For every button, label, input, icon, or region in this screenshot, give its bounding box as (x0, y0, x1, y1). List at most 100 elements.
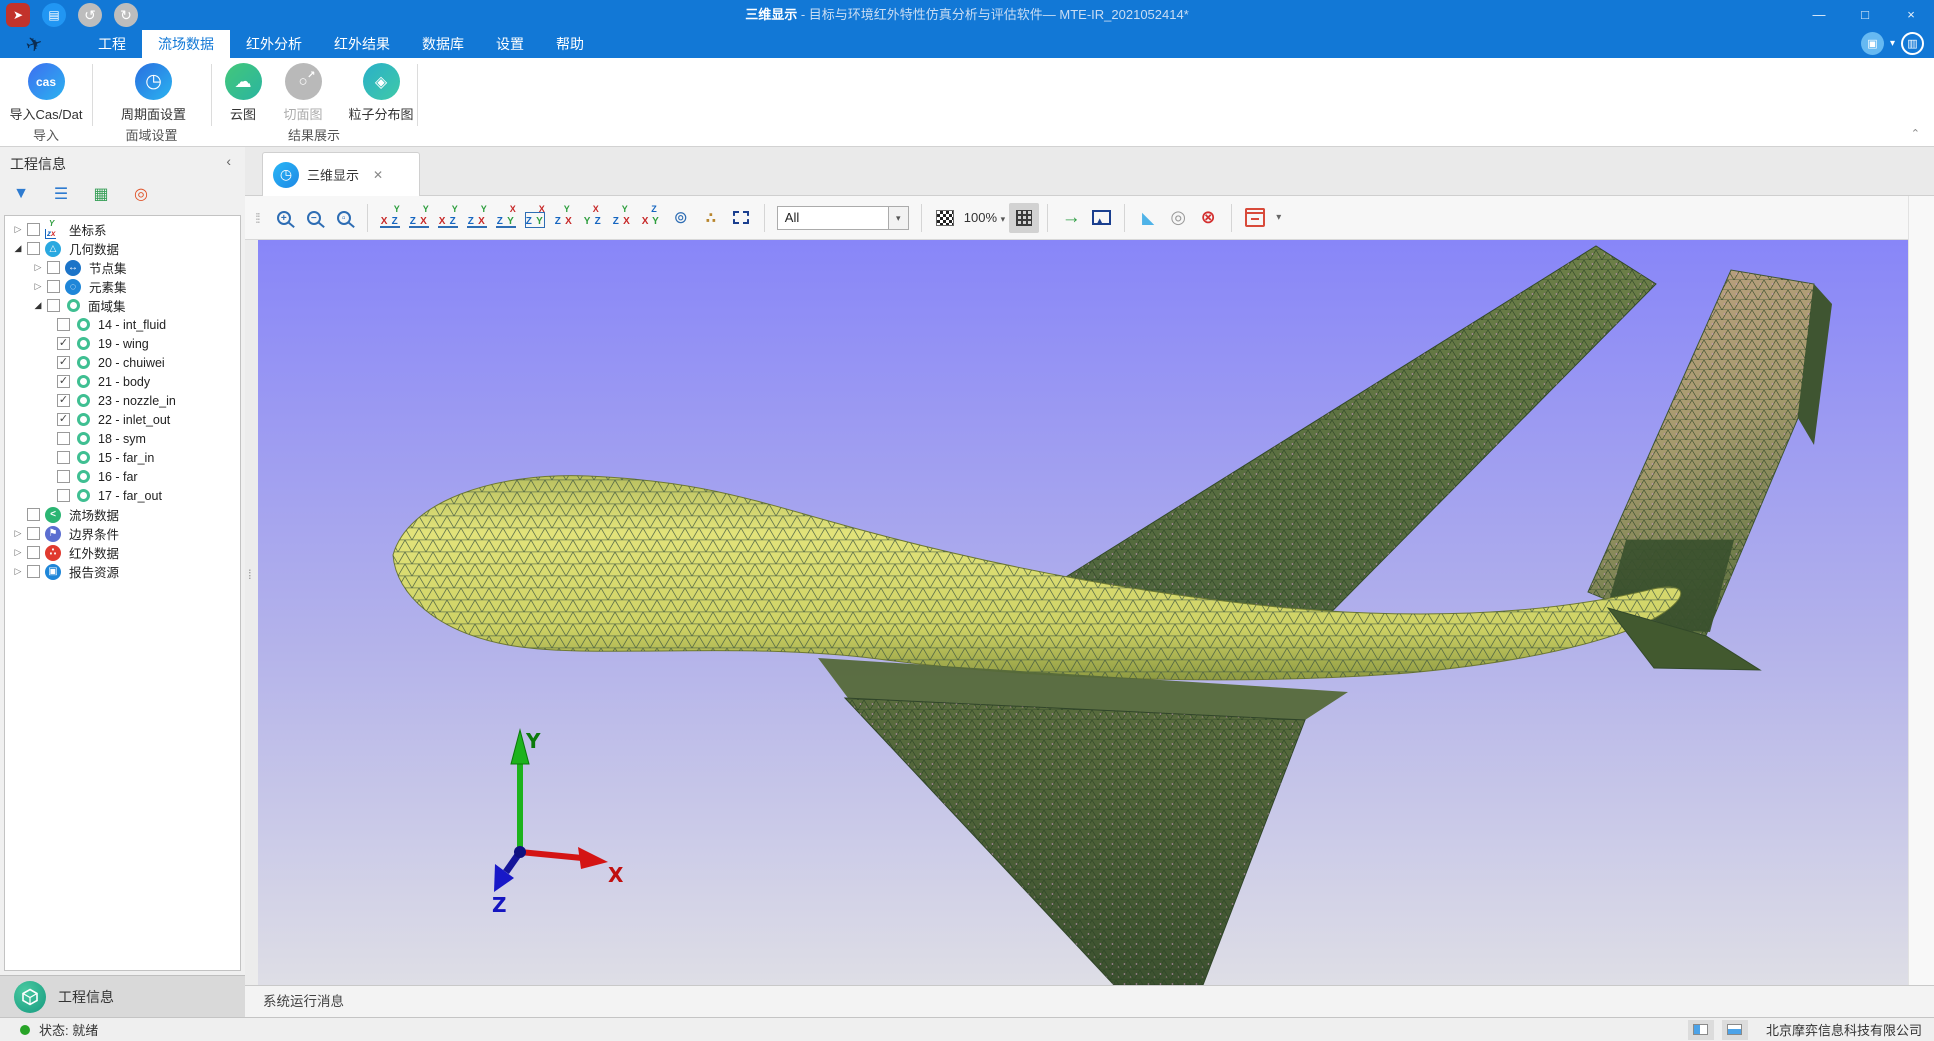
view-isometric-button[interactable]: YZX (609, 204, 636, 231)
contour-cloud-button[interactable]: ☁ 云图 (216, 63, 270, 123)
period-face-settings-button[interactable]: ◷ 周期面设置 (96, 63, 211, 123)
tab-close-icon[interactable]: ✕ (373, 168, 383, 182)
locate-target-icon[interactable]: ◎ (128, 181, 154, 207)
view-isometric-button[interactable]: ZXY (638, 204, 665, 231)
display-filter-combobox[interactable]: All ▾ (777, 206, 909, 230)
checkbox[interactable] (27, 223, 40, 236)
particle-distribution-button[interactable]: ◈ 粒子分布图 (336, 63, 426, 123)
archive-button[interactable] (1240, 203, 1270, 233)
tree-item-node-set[interactable]: ▷ ↔ 节点集 (5, 258, 240, 277)
checkbox[interactable]: ✓ (57, 413, 70, 426)
tree-item-face-set[interactable]: ◢ 面域集 (5, 296, 240, 315)
toolbar-drag-handle[interactable]: ⁞⁞ (255, 210, 259, 226)
link-nodes-button[interactable]: ◎ (1163, 203, 1193, 233)
menu-infrared-analysis[interactable]: 红外分析 (230, 30, 318, 58)
checkbox[interactable] (47, 280, 60, 293)
view-back-button[interactable]: YZX (406, 204, 433, 231)
list-view-icon[interactable]: ☰ (48, 181, 74, 207)
checkbox[interactable] (57, 470, 70, 483)
checkbox[interactable] (47, 261, 60, 274)
marquee-select-button[interactable] (726, 203, 756, 233)
checkbox[interactable] (27, 508, 40, 521)
expander-icon[interactable]: ▷ (11, 224, 25, 235)
checkbox[interactable] (27, 546, 40, 559)
menu-engineering[interactable]: 工程 (82, 30, 142, 58)
tree-item-surface[interactable]: 18 - sym (5, 429, 240, 448)
clear-view-button[interactable]: ⊗ (1193, 203, 1223, 233)
tree-item-surface[interactable]: ✓ 20 - chuiwei (5, 353, 240, 372)
menu-infrared-results[interactable]: 红外结果 (318, 30, 406, 58)
tree-item-surface[interactable]: ✓ 22 - inlet_out (5, 410, 240, 429)
view-isometric-button[interactable]: YZX (551, 204, 578, 231)
menu-help[interactable]: 帮助 (540, 30, 600, 58)
tab-3d-display[interactable]: ◷ 三维显示 ✕ (262, 152, 420, 196)
panel-collapse-icon[interactable]: ‹ (226, 153, 231, 169)
maximize-button[interactable]: □ (1842, 0, 1888, 30)
layout-left-panel-toggle[interactable] (1688, 1020, 1714, 1040)
checkbox[interactable]: ✓ (57, 356, 70, 369)
checkbox[interactable] (27, 527, 40, 540)
archive-dropdown-icon[interactable]: ▾ (1276, 212, 1281, 223)
system-messages-panel[interactable]: 系统运行消息 (245, 985, 1934, 1017)
view-right-button[interactable]: YZX (464, 204, 491, 231)
zoom-fit-button[interactable]: ▫ (329, 203, 359, 233)
combobox-dropdown-icon[interactable]: ▾ (888, 207, 908, 229)
expander-icon[interactable]: ▷ (11, 547, 25, 558)
account-icon[interactable]: ▣ (1861, 32, 1884, 55)
checkbox[interactable]: ✓ (57, 394, 70, 407)
checkbox[interactable] (57, 432, 70, 445)
close-button[interactable]: × (1888, 0, 1934, 30)
checkbox[interactable] (57, 451, 70, 464)
expander-icon[interactable]: ▷ (11, 566, 25, 577)
zoom-in-button[interactable]: + (269, 203, 299, 233)
mirror-button[interactable]: ◣ (1133, 203, 1163, 233)
menu-flowfield-data[interactable]: 流场数据 (142, 30, 230, 58)
tree-item-surface[interactable]: ✓ 23 - nozzle_in (5, 391, 240, 410)
blocks-view-icon[interactable]: ▦ (88, 181, 114, 207)
tree-item-surface[interactable]: 14 - int_fluid (5, 315, 240, 334)
tree-item-element-set[interactable]: ▷ ◌ 元素集 (5, 277, 240, 296)
layout-bottom-panel-toggle[interactable] (1722, 1020, 1748, 1040)
checkbox[interactable] (27, 242, 40, 255)
tree-item-surface[interactable]: ✓ 21 - body (5, 372, 240, 391)
expander-icon[interactable]: ▷ (31, 262, 45, 273)
tree-item-coordinate-system[interactable]: ▷ Yzx 坐标系 (5, 220, 240, 239)
checkbox[interactable]: ✓ (57, 375, 70, 388)
zoom-level-dropdown[interactable]: 100% ▾ (964, 210, 1005, 225)
minimize-button[interactable]: — (1796, 0, 1842, 30)
checkbox[interactable]: ✓ (57, 337, 70, 350)
view-bottom-button[interactable]: XZY (522, 204, 549, 231)
screenshot-button[interactable] (1086, 203, 1116, 233)
menu-database[interactable]: 数据库 (406, 30, 480, 58)
menu-settings[interactable]: 设置 (480, 30, 540, 58)
mesh-display-toggle[interactable] (1009, 203, 1039, 233)
import-cas-dat-button[interactable]: cas 导入Cas/Dat (2, 63, 90, 123)
filter-icon[interactable]: ▼ (8, 181, 34, 207)
particle-view-button[interactable]: ∴ (696, 203, 726, 233)
export-view-button[interactable]: → (1056, 203, 1086, 233)
transparency-button[interactable] (930, 203, 960, 233)
expander-icon[interactable]: ◢ (31, 300, 45, 311)
manual-icon[interactable]: ▥ (1901, 32, 1924, 55)
zoom-out-button[interactable]: − (299, 203, 329, 233)
tree-item-surface[interactable]: 15 - far_in (5, 448, 240, 467)
checkbox[interactable] (47, 299, 60, 312)
tree-item-flowfield-data[interactable]: < 流场数据 (5, 505, 240, 524)
tree-item-infrared-data[interactable]: ▷ ∴ 红外数据 (5, 543, 240, 562)
expander-icon[interactable]: ▷ (31, 281, 45, 292)
expander-icon[interactable]: ◢ (11, 243, 25, 254)
tree-item-surface[interactable]: ✓ 19 - wing (5, 334, 240, 353)
chevron-down-icon[interactable]: ▾ (1890, 38, 1895, 49)
perspective-camera-button[interactable]: ⊚ (666, 203, 696, 233)
tree-item-surface[interactable]: 17 - far_out (5, 486, 240, 505)
view-top-button[interactable]: XZY (493, 204, 520, 231)
checkbox[interactable] (27, 565, 40, 578)
view-left-button[interactable]: YXZ (435, 204, 462, 231)
view-isometric-button[interactable]: XYZ (580, 204, 607, 231)
project-info-footer-button[interactable]: 工程信息 (0, 975, 245, 1017)
ribbon-collapse-icon[interactable]: ⌃ (1911, 127, 1920, 140)
view-front-button[interactable]: YXZ (377, 204, 404, 231)
tree-item-geometry-data[interactable]: ◢ △ 几何数据 (5, 239, 240, 258)
tree-item-report-resources[interactable]: ▷ ▣ 报告资源 (5, 562, 240, 581)
3d-viewport[interactable]: Y X Z (258, 240, 1908, 985)
